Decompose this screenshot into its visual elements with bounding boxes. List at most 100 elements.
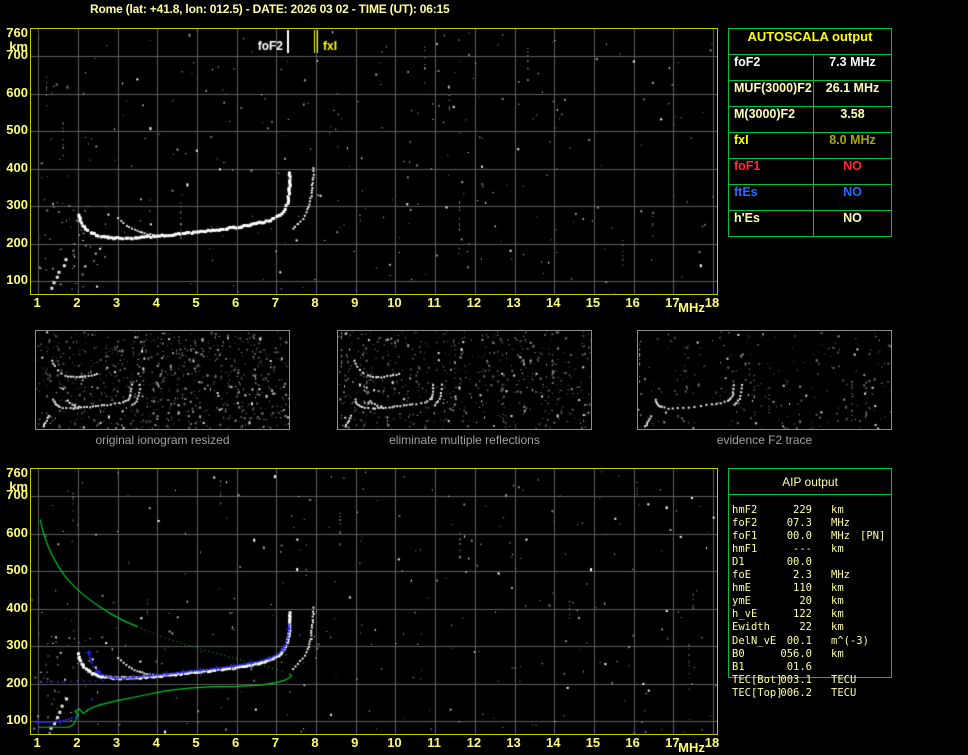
autoscala-row-value: 7.3 MHz xyxy=(813,55,891,81)
x-tick-label: 6 xyxy=(232,735,240,750)
aip-row-value: 22 xyxy=(799,621,812,634)
aip-row: h_vE 122 km xyxy=(728,608,898,621)
aip-row-label: B0 xyxy=(732,647,745,660)
thumbnail-canvas-1 xyxy=(36,331,289,429)
aip-row: B0 056.0 km xyxy=(728,648,898,661)
aip-table-header: AIP output xyxy=(782,475,838,489)
x-tick-label: 12 xyxy=(466,295,482,310)
aip-row: hmF2 229 km xyxy=(728,504,898,517)
autoscala-output-table: AUTOSCALA output foF2 7.3 MHz MUF(3000)F2 2… xyxy=(728,28,892,237)
aip-row-label: D1 xyxy=(732,556,745,569)
aip-row-label: B1 xyxy=(732,660,745,673)
autoscala-row-label: foF1 xyxy=(729,159,813,185)
y-tick-label: 100 xyxy=(6,712,28,728)
aip-header-separator xyxy=(728,494,892,495)
x-tick-label: 6 xyxy=(232,295,240,310)
x-tick-label: 12 xyxy=(466,735,482,750)
x-tick-label: 2 xyxy=(73,295,81,310)
aip-row-unit: TECU xyxy=(831,686,857,699)
aip-row-value: 01.6 xyxy=(786,660,812,673)
aip-row: DelN_vE 00.1 m^(-3) xyxy=(728,635,898,648)
y-tick-label: 500 xyxy=(6,122,28,138)
autoscala-row-label: MUF(3000)F2 xyxy=(729,81,813,107)
y-tick-label: 400 xyxy=(6,599,28,615)
x-tick-label: 11 xyxy=(427,295,441,310)
autoscala-row-value: 3.58 xyxy=(813,107,891,133)
autoscala-row-value: 8.0 MHz xyxy=(813,133,891,159)
top-ionogram-plot xyxy=(30,28,718,295)
aip-row: hmF1 --- km xyxy=(728,543,898,556)
x-tick-label: 5 xyxy=(192,735,200,750)
x-tick-label: 5 xyxy=(192,295,200,310)
aip-row-value: 00.0 xyxy=(786,530,812,543)
x-tick-label: 4 xyxy=(152,735,160,750)
aip-row: B1 01.6 xyxy=(728,661,898,674)
thumbnail-canvas-3 xyxy=(638,331,891,429)
x-tick-label: 10 xyxy=(387,735,402,750)
x-tick-label: 11 xyxy=(427,735,441,750)
thumbnail-caption-1: original ionogram resized xyxy=(95,433,230,447)
thumbnail-panel-2 xyxy=(337,330,592,430)
x-tick-label: 13 xyxy=(506,295,521,310)
aip-row-value: 122 xyxy=(793,608,812,621)
aip-row: TEC[Bot] 003.1 TECU xyxy=(728,674,898,687)
y-tick-label: 500 xyxy=(6,562,28,578)
autoscala-table-header: AUTOSCALA output xyxy=(729,29,891,55)
aip-row-value: 056.0 xyxy=(780,647,812,660)
x-tick-label: 2 xyxy=(73,735,81,750)
aip-row-unit: km xyxy=(831,647,844,660)
aip-row-value: 110 xyxy=(793,582,812,595)
y-tick-label: 300 xyxy=(6,197,28,213)
autoscala-output-screen: Rome (lat: +41.8, lon: 012.5) - DATE: 20… xyxy=(0,0,968,755)
aip-row-value: --- xyxy=(793,543,812,556)
x-tick-label: 1 xyxy=(33,735,41,750)
x-tick-label: 15 xyxy=(585,295,601,310)
thumbnail-canvas-2 xyxy=(338,331,591,429)
y-tick-label: 200 xyxy=(6,234,28,250)
y-tick-label: 200 xyxy=(6,674,28,690)
aip-row-unit: km xyxy=(831,608,844,621)
x-tick-label: 9 xyxy=(351,295,359,310)
aip-row-extra: [PN] xyxy=(860,530,886,543)
bottom-ionogram-plot xyxy=(30,468,718,735)
y-tick-label: 600 xyxy=(6,524,28,540)
aip-row-value: 07.3 xyxy=(786,517,812,530)
x-tick-label: 1 xyxy=(33,295,41,310)
x-tick-label: 14 xyxy=(545,735,561,750)
y-tick-label: 760 xyxy=(6,24,28,40)
autoscala-row-value: NO xyxy=(813,159,891,185)
aip-row: foE 2.3 MHz xyxy=(728,569,898,582)
aip-row: TEC[Top] 006.2 TECU xyxy=(728,687,898,700)
aip-row-value: 2.3 xyxy=(793,569,812,582)
aip-row: hmE 110 km xyxy=(728,582,898,595)
mhz-unit-label: MHz xyxy=(678,300,705,315)
aip-row-value: 20 xyxy=(799,595,812,608)
x-tick-label: 13 xyxy=(506,735,521,750)
aip-row-unit: km xyxy=(831,621,844,634)
aip-row-value: 003.1 xyxy=(780,673,812,686)
aip-row-value: 229 xyxy=(793,504,812,516)
x-tick-label: 16 xyxy=(625,295,640,310)
x-tick-label: 4 xyxy=(152,295,160,310)
aip-row-unit: MHz xyxy=(831,530,850,543)
x-tick-label: 3 xyxy=(112,735,121,750)
y-tick-label: 760 xyxy=(6,464,28,480)
aip-row: ymE 20 km xyxy=(728,595,898,608)
aip-row-unit: km xyxy=(831,504,844,516)
aip-row-unit: km xyxy=(831,543,844,556)
thumbnail-caption-2: eliminate multiple reflections xyxy=(389,433,540,447)
x-tick-label: 7 xyxy=(271,295,279,310)
aip-row-unit: km xyxy=(831,582,844,595)
aip-row: foF2 07.3 MHz xyxy=(728,517,898,530)
km-unit-label: km xyxy=(9,478,28,494)
x-tick-label: 10 xyxy=(387,295,402,310)
x-tick-label: 8 xyxy=(311,735,319,750)
aip-row-unit: MHz xyxy=(831,517,850,530)
aip-row-unit: m^(-3) xyxy=(831,634,869,647)
x-tick-label: 15 xyxy=(585,735,601,750)
aip-row: foF1 00.0 MHz [PN] xyxy=(728,530,898,543)
autoscala-row-label: M(3000)F2 xyxy=(729,107,813,133)
autoscala-row-label: ftEs xyxy=(729,185,813,211)
aip-row-value: 00.1 xyxy=(786,634,812,647)
mhz-unit-label: MHz xyxy=(678,740,705,755)
